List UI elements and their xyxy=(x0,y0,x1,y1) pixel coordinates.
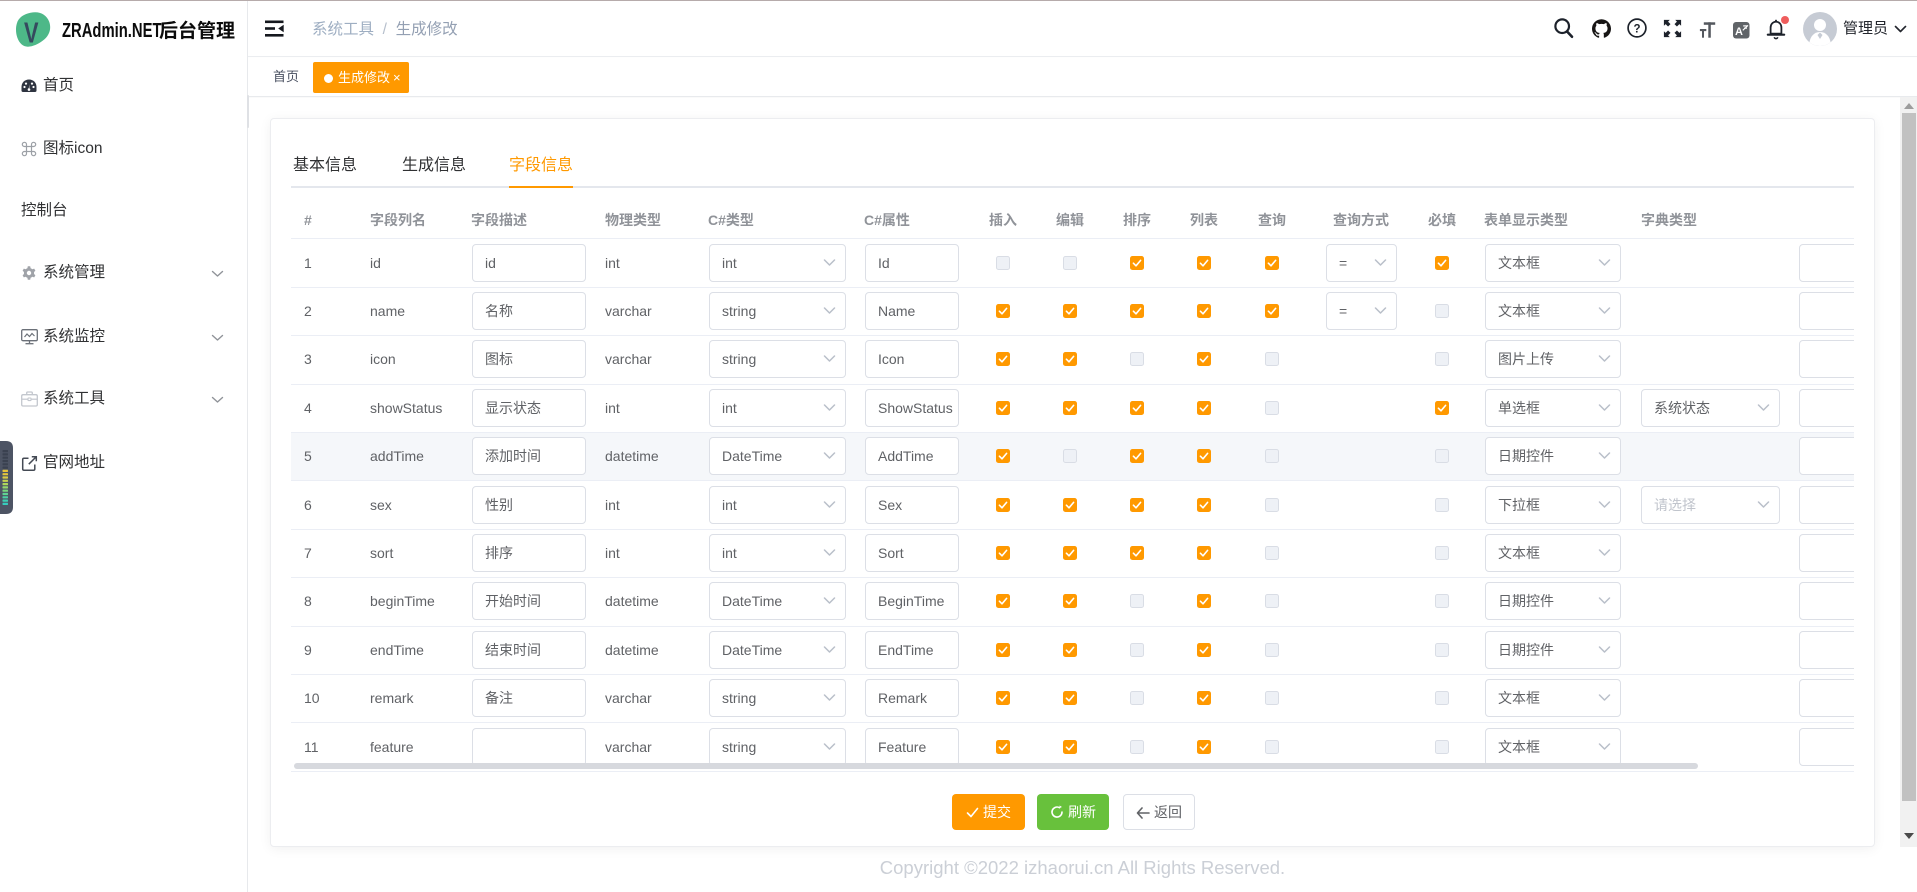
svg-text:V: V xyxy=(24,18,39,48)
svg-text:?: ? xyxy=(1633,23,1640,35)
svg-text:A: A xyxy=(1735,26,1743,38)
